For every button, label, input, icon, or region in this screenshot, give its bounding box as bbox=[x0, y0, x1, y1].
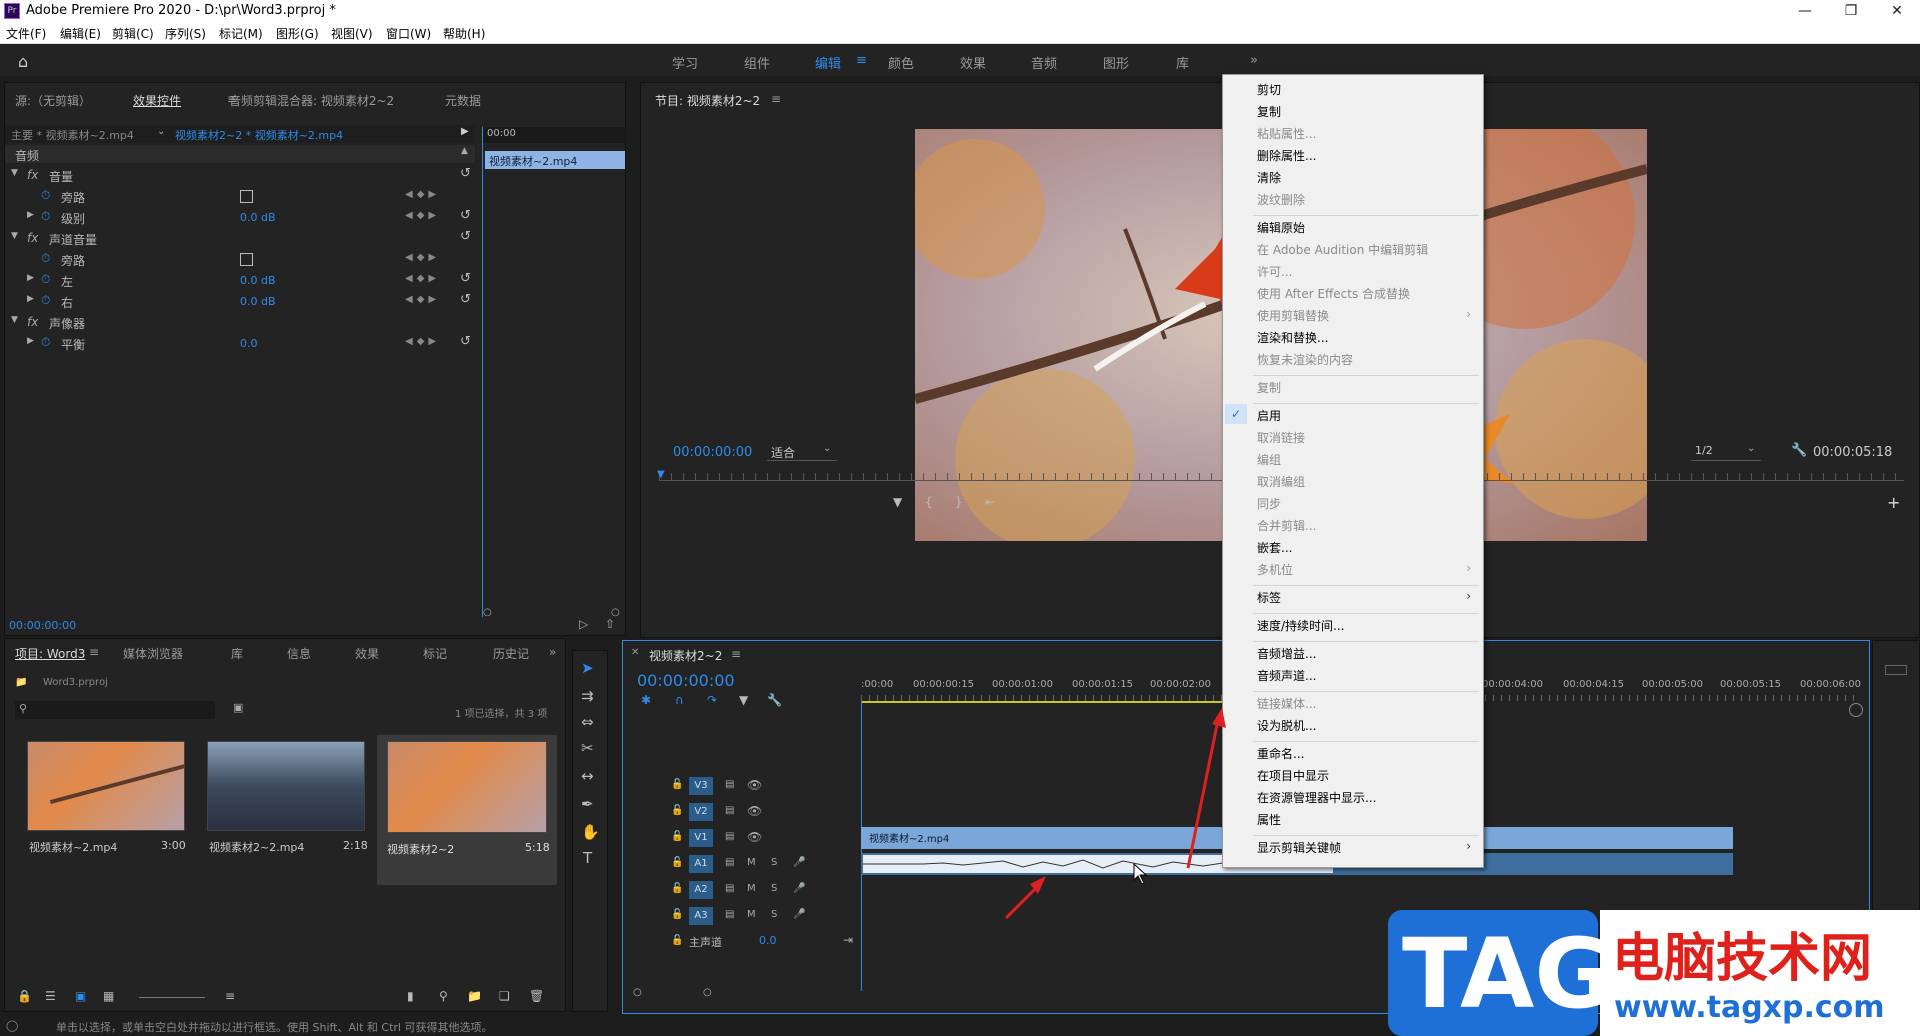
watermark-url: www.tagxp.com bbox=[1614, 990, 1885, 1025]
watermark-text-box: 电脑技术网 www.tagxp.com bbox=[1600, 910, 1920, 1036]
watermark-tag: TAG bbox=[1402, 918, 1614, 1030]
annotation-arrow-menu bbox=[1186, 719, 1220, 869]
annotation-arrows bbox=[1004, 708, 1226, 920]
watermark-cn: 电脑技术网 bbox=[1612, 929, 1873, 989]
watermark-logo: TAG 电脑技术网 www.tagxp.com bbox=[1388, 910, 1920, 1036]
watermark-tag-box: TAG bbox=[1388, 910, 1613, 1036]
mouse-cursor-icon bbox=[1133, 862, 1148, 885]
